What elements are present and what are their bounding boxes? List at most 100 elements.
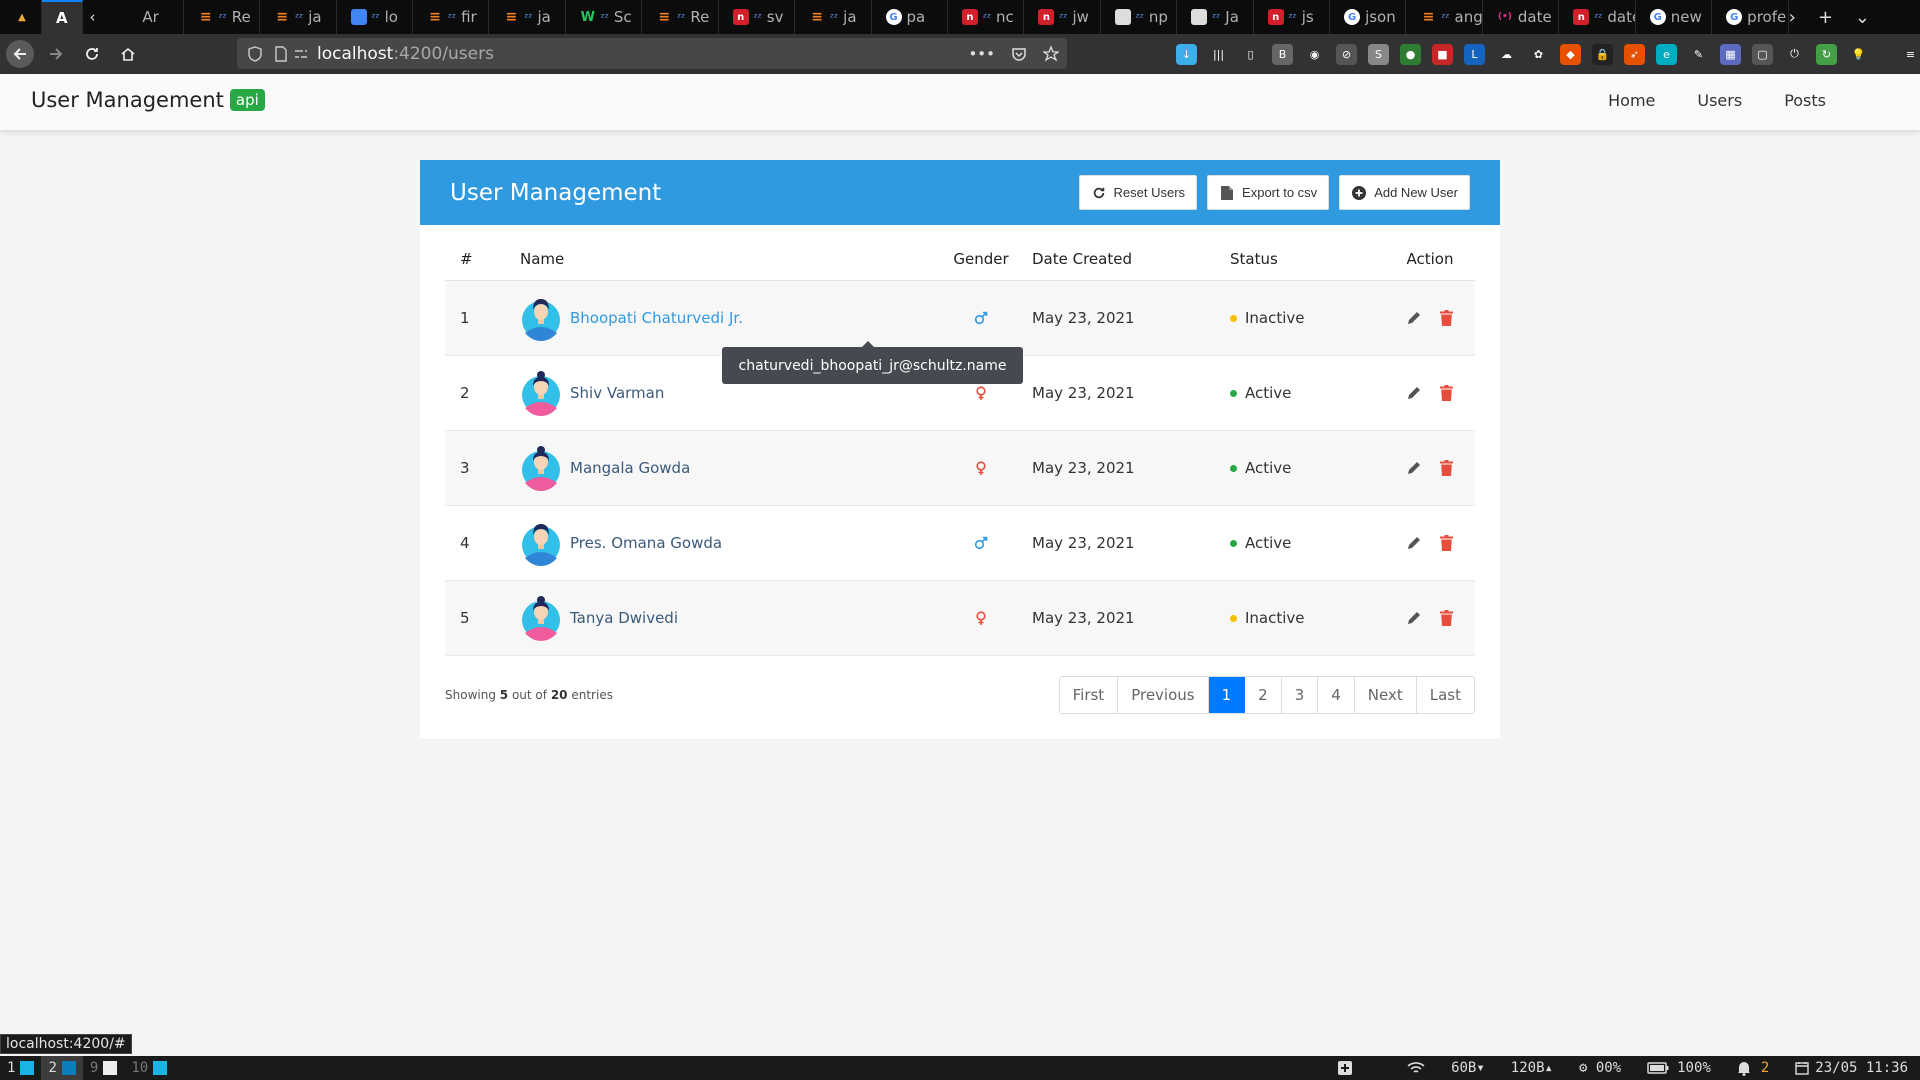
block-icon[interactable]: ⊘ — [1336, 43, 1357, 65]
browser-tab[interactable]: ≡ ᶻᶻ fir — [413, 0, 490, 34]
browser-tab[interactable]: n ᶻᶻ js — [1254, 0, 1331, 34]
chevron-down-icon[interactable]: ⌄ — [1855, 7, 1870, 28]
s-icon[interactable]: S — [1368, 43, 1389, 65]
star-icon[interactable] — [1043, 45, 1059, 62]
reload-button[interactable] — [78, 40, 106, 68]
browser-tab[interactable]: Gnew — [1636, 0, 1713, 34]
shield-green-icon[interactable]: ● — [1400, 43, 1421, 65]
dart-icon[interactable]: ➶ — [1624, 43, 1645, 65]
nav-home[interactable]: Home — [1608, 91, 1655, 110]
browser-tab[interactable]: Gprofe — [1712, 0, 1789, 34]
more-icon[interactable]: ••• — [968, 45, 995, 63]
delete-button[interactable] — [1437, 309, 1455, 327]
browser-tab[interactable]: Gpa — [872, 0, 948, 34]
user-name-link[interactable]: Pres. Omana Gowda — [570, 534, 722, 552]
browser-tab[interactable]: Ar — [107, 0, 184, 34]
edit-button[interactable] — [1405, 459, 1423, 477]
avatar-icon — [522, 596, 560, 641]
workspace-1[interactable]: 1 — [0, 1056, 41, 1080]
browser-tab[interactable]: nᶻᶻdate — [1559, 0, 1636, 34]
padlock-icon[interactable]: 🔒 — [1592, 43, 1613, 65]
edit-button[interactable] — [1405, 384, 1423, 402]
lock-red-icon[interactable]: ■ — [1432, 43, 1453, 65]
download-icon[interactable]: ↓ — [1176, 43, 1197, 65]
page-2-button[interactable]: 2 — [1245, 677, 1282, 713]
chevron-right-icon[interactable]: › — [1789, 7, 1796, 28]
browser-tab[interactable]: n ᶻᶻ sv — [719, 0, 796, 34]
page-4-button[interactable]: 4 — [1318, 677, 1355, 713]
edit-button[interactable] — [1405, 309, 1423, 327]
previous-page-button[interactable]: Previous — [1118, 677, 1209, 713]
delete-button[interactable] — [1437, 384, 1455, 402]
b-icon[interactable]: B — [1272, 43, 1293, 65]
clock[interactable]: 23/05 11:36 — [1795, 1060, 1908, 1076]
workspace-2[interactable]: 2 — [41, 1056, 83, 1080]
browser-tab[interactable]: n ᶻᶻ nc — [948, 0, 1025, 34]
url-bar[interactable]: localhost:4200/users ••• — [237, 38, 1067, 69]
bulb-icon[interactable]: 💡 — [1848, 44, 1869, 65]
mask-icon[interactable]: ◉ — [1304, 44, 1325, 65]
user-name-link[interactable]: Bhoopati Chaturvedi Jr. — [570, 309, 743, 327]
user-cell: Tanya Dwivedi — [520, 595, 930, 641]
delete-button[interactable] — [1437, 459, 1455, 477]
grid-icon[interactable]: ▦ — [1720, 43, 1741, 65]
browser-tab[interactable]: ≡ ᶻᶻ Re — [642, 0, 719, 34]
browser-tab[interactable]: (•) date — [1483, 0, 1560, 34]
nav-posts[interactable]: Posts — [1784, 91, 1826, 110]
browser-tab[interactable]: ≡ ᶻᶻ ja — [489, 0, 566, 34]
workspace-9[interactable]: 9 — [83, 1056, 124, 1080]
browser-tab[interactable]: Wᶻᶻ Sc — [566, 0, 643, 34]
e-icon[interactable]: e — [1656, 43, 1677, 65]
forward-button[interactable] — [42, 40, 70, 68]
reset-users-button[interactable]: Reset Users — [1078, 175, 1198, 210]
user-name-link[interactable]: Shiv Varman — [570, 384, 664, 402]
nav-users[interactable]: Users — [1697, 91, 1742, 110]
tab-label: ja — [308, 8, 322, 26]
page-1-button[interactable]: 1 — [1208, 677, 1246, 713]
pen-icon[interactable]: ✎ — [1688, 44, 1709, 65]
browser-tab[interactable]: ≡ ᶻᶻ ja — [260, 0, 337, 34]
user-name-link[interactable]: Mangala Gowda — [570, 459, 690, 477]
browser-tab[interactable]: ≡ ᶻᶻangu — [1406, 0, 1483, 34]
browser-tab[interactable]: ≡ ᶻᶻ Re — [184, 0, 261, 34]
workspace-10[interactable]: 10 — [124, 1056, 174, 1080]
delete-button[interactable] — [1437, 534, 1455, 552]
delete-button[interactable] — [1437, 609, 1455, 627]
export-csv-button[interactable]: Export to csv — [1207, 175, 1330, 210]
fox-icon[interactable]: ◆ — [1560, 43, 1581, 65]
pocket-icon[interactable] — [1011, 46, 1027, 62]
home-button[interactable] — [114, 40, 142, 68]
browser-tab[interactable]: ▲ — [0, 0, 42, 34]
sidebar-icon[interactable]: ▯ — [1240, 44, 1261, 65]
refresh-green-icon[interactable]: ↻ — [1816, 43, 1837, 65]
browser-tab[interactable]: ≡ ᶻᶻ ja — [795, 0, 872, 34]
power-icon[interactable]: ⏻ — [1784, 44, 1805, 65]
add-new-user-button[interactable]: Add New User — [1339, 175, 1470, 210]
browser-tab[interactable]: ᶻᶻ np — [1101, 0, 1178, 34]
page-3-button[interactable]: 3 — [1282, 677, 1319, 713]
browser-tab[interactable]: Gjson — [1330, 0, 1407, 34]
brand[interactable]: User Management api — [31, 88, 265, 112]
back-button[interactable] — [6, 40, 34, 68]
new-tab-icon[interactable]: + — [1818, 7, 1833, 28]
l-badge-icon[interactable]: L — [1464, 43, 1485, 65]
notifications[interactable]: 2 — [1737, 1060, 1769, 1076]
edit-button[interactable] — [1405, 534, 1423, 552]
user-name-link[interactable]: Tanya Dwivedi — [570, 609, 678, 627]
edit-button[interactable] — [1405, 609, 1423, 627]
wifi-icon[interactable] — [1407, 1061, 1425, 1075]
gear-ext-icon[interactable]: ✿ — [1528, 44, 1549, 65]
first-page-button[interactable]: First — [1060, 677, 1119, 713]
browser-tab[interactable]: A — [41, 0, 84, 34]
tabs-scroll-left-button[interactable]: ‹ — [83, 0, 107, 34]
library-icon[interactable]: ||| — [1208, 44, 1229, 65]
box-icon[interactable]: ▢ — [1752, 43, 1773, 65]
last-page-button[interactable]: Last — [1417, 677, 1474, 713]
menu-icon[interactable]: ≡ — [1900, 44, 1920, 65]
browser-tab[interactable]: n ᶻᶻ jw — [1024, 0, 1101, 34]
cloud-icon[interactable]: ☁ — [1496, 44, 1517, 65]
browser-tab[interactable]: ᶻᶻ Ja — [1177, 0, 1254, 34]
browser-tab[interactable]: ᶻᶻ lo — [337, 0, 413, 34]
add-icon[interactable] — [1337, 1060, 1353, 1076]
next-page-button[interactable]: Next — [1355, 677, 1417, 713]
